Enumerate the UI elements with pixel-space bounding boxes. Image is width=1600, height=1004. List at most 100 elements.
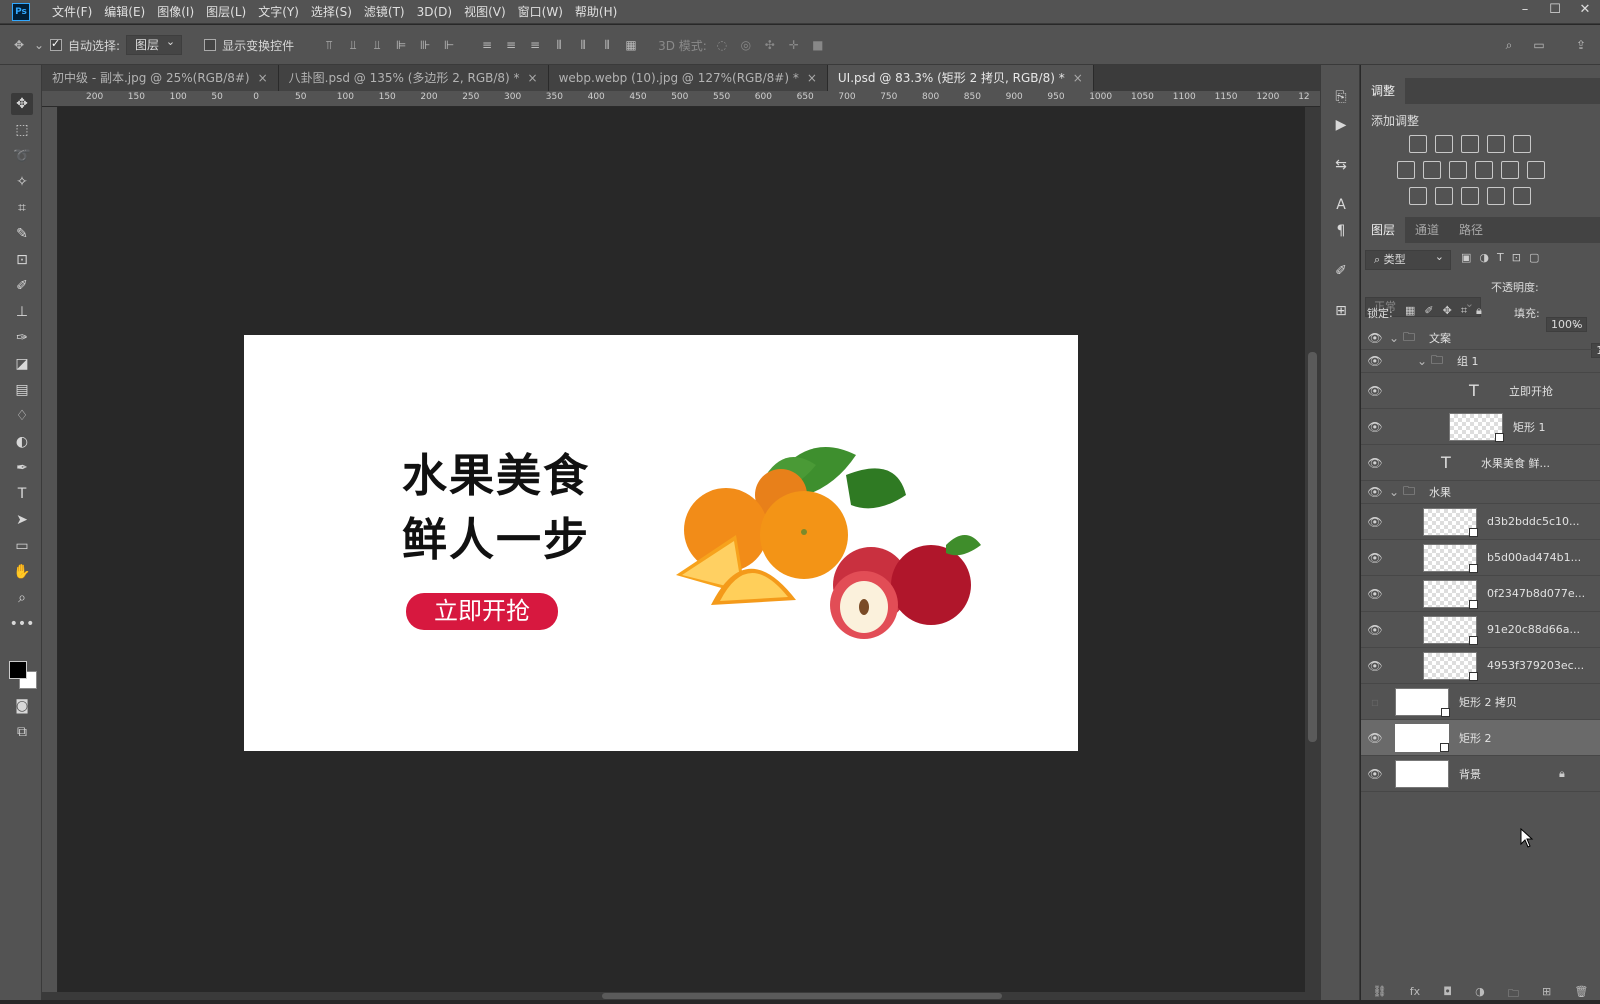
lock-all-icon[interactable]: 🔒︎: [1476, 304, 1482, 318]
menu-view[interactable]: 视图(V): [458, 0, 512, 24]
tab-adjustments[interactable]: 调整: [1361, 78, 1406, 104]
properties-icon[interactable]: ⇆: [1331, 155, 1351, 175]
chevron-down-icon[interactable]: ⌄: [1389, 331, 1403, 345]
chevron-down-icon[interactable]: ⌄: [1389, 485, 1403, 499]
posterize-icon[interactable]: [1435, 187, 1453, 205]
close-tab-icon[interactable]: ×: [528, 71, 538, 85]
lasso-tool[interactable]: ➰: [11, 145, 33, 167]
align-bottom-icon[interactable]: ⫫: [368, 36, 386, 54]
align-top-icon[interactable]: ⫪: [320, 36, 338, 54]
auto-select-checkbox[interactable]: [50, 37, 62, 51]
adjustment-layer-icon[interactable]: ◑: [1475, 985, 1485, 1000]
chevron-down-icon[interactable]: ⌄: [1417, 354, 1431, 368]
menu-help[interactable]: 帮助(H): [569, 0, 623, 24]
threshold-icon[interactable]: [1461, 187, 1479, 205]
eye-icon[interactable]: 👁︎: [1361, 420, 1389, 434]
link-layers-icon[interactable]: ⛓: [1373, 985, 1387, 1000]
eye-icon[interactable]: 👁︎: [1361, 659, 1389, 673]
share-icon[interactable]: ⇪: [1572, 36, 1590, 54]
menu-layer[interactable]: 图层(L): [200, 0, 252, 24]
layer-row[interactable]: 👁︎ ⌄ 🗀︎ 文案: [1361, 327, 1600, 350]
align-left-icon[interactable]: ⊫: [392, 36, 410, 54]
history-icon[interactable]: ⎘: [1331, 87, 1351, 107]
gradient-map-icon[interactable]: [1513, 187, 1531, 205]
eye-hidden-icon[interactable]: ▫: [1361, 695, 1389, 709]
tab-channels[interactable]: 通道: [1405, 217, 1449, 243]
gradient-tool[interactable]: ▤: [11, 379, 33, 401]
layer-row[interactable]: 👁︎ T 立即开抢: [1361, 373, 1600, 409]
vibrance-icon[interactable]: [1513, 135, 1531, 153]
close-tab-icon[interactable]: ×: [1073, 71, 1083, 85]
eyedropper-tool[interactable]: ✎: [11, 223, 33, 245]
doc-tab-active[interactable]: UI.psd @ 83.3% (矩形 2 拷贝, RGB/8) * ×: [827, 65, 1094, 91]
lock-pixels-icon[interactable]: ✐: [1424, 304, 1433, 318]
doc-tab[interactable]: webp.webp (10).jpg @ 127%(RGB/8#) * ×: [548, 65, 828, 91]
levels-icon[interactable]: [1435, 135, 1453, 153]
path-select-tool[interactable]: ➤: [11, 509, 33, 531]
search-icon[interactable]: ⌕: [1500, 36, 1518, 54]
menu-window[interactable]: 窗口(W): [512, 0, 569, 24]
color-lookup-icon[interactable]: [1527, 161, 1545, 179]
align-vcenter-icon[interactable]: ⫫: [344, 36, 362, 54]
3d-slide-icon[interactable]: ✛: [785, 36, 803, 54]
actions-play-icon[interactable]: ▶: [1331, 115, 1351, 135]
distribute-top-icon[interactable]: ≡: [478, 36, 496, 54]
selective-color-icon[interactable]: [1487, 187, 1505, 205]
channel-mixer-icon[interactable]: [1501, 161, 1519, 179]
new-layer-icon[interactable]: ⊞: [1542, 985, 1551, 1000]
doc-tab[interactable]: 初中级 - 副本.jpg @ 25%(RGB/8#) ×: [42, 65, 279, 91]
chevron-down-icon[interactable]: ⌄: [34, 36, 44, 54]
pen-tool[interactable]: ✒: [11, 457, 33, 479]
move-tool[interactable]: ✥: [11, 93, 33, 115]
distribute-left-icon[interactable]: ⦀: [550, 36, 568, 54]
3d-roll-icon[interactable]: ◎: [737, 36, 755, 54]
blur-tool[interactable]: ♢: [11, 405, 33, 427]
eye-icon[interactable]: 👁︎: [1361, 587, 1389, 601]
maximize-icon[interactable]: ☐: [1540, 0, 1570, 24]
layer-row[interactable]: 👁︎ 背景 🔒︎: [1361, 756, 1600, 792]
stamp-tool[interactable]: ⊥: [11, 301, 33, 323]
tab-layers[interactable]: 图层: [1361, 217, 1406, 243]
lock-transparent-icon[interactable]: ▦: [1405, 304, 1415, 318]
distribute-right-icon[interactable]: ⦀: [598, 36, 616, 54]
eye-icon[interactable]: 👁︎: [1361, 354, 1389, 368]
eraser-tool[interactable]: ◪: [11, 353, 33, 375]
doc-tab[interactable]: 八卦图.psd @ 135% (多边形 2, RGB/8) * ×: [278, 65, 549, 91]
eye-icon[interactable]: 👁︎: [1361, 515, 1389, 529]
layer-row[interactable]: 👁︎ ⌄ 🗀︎ 组 1: [1361, 350, 1600, 373]
delete-layer-icon[interactable]: 🗑︎: [1574, 985, 1588, 1000]
3d-pan-icon[interactable]: ✣: [761, 36, 779, 54]
dodge-tool[interactable]: ◐: [11, 431, 33, 453]
menu-select[interactable]: 选择(S): [305, 0, 358, 24]
eye-icon[interactable]: 👁︎: [1361, 485, 1389, 499]
hand-tool[interactable]: ✋: [11, 561, 33, 583]
auto-align-icon[interactable]: ▦: [622, 36, 640, 54]
filter-type-icon[interactable]: T: [1497, 251, 1504, 264]
minimize-icon[interactable]: –: [1510, 0, 1540, 24]
align-hcenter-icon[interactable]: ⊪: [416, 36, 434, 54]
layer-row[interactable]: 👁︎ T 水果美食 鲜...: [1361, 445, 1600, 481]
eye-icon[interactable]: 👁︎: [1361, 384, 1389, 398]
filter-smart-icon[interactable]: ▢: [1529, 251, 1539, 264]
black-white-icon[interactable]: [1449, 161, 1467, 179]
type-tool[interactable]: T: [11, 483, 33, 505]
curves-icon[interactable]: [1461, 135, 1479, 153]
move-tool-icon[interactable]: ✥: [10, 36, 28, 54]
screen-mode-tool[interactable]: ⧉: [11, 721, 33, 743]
horizontal-scrollbar[interactable]: [42, 992, 1320, 1000]
3d-orbit-icon[interactable]: ◌: [713, 36, 731, 54]
rectangle-tool[interactable]: ▭: [11, 535, 33, 557]
vertical-scrollbar[interactable]: [1305, 107, 1320, 992]
menu-filter[interactable]: 滤镜(T): [358, 0, 411, 24]
more-tools[interactable]: •••: [10, 613, 35, 635]
crop-tool[interactable]: ⌗: [11, 197, 33, 219]
foreground-color-swatch[interactable]: [9, 661, 27, 679]
close-tab-icon[interactable]: ×: [807, 71, 817, 85]
history-brush-tool[interactable]: ✑: [11, 327, 33, 349]
layer-row[interactable]: 👁︎ 矩形 1: [1361, 409, 1600, 445]
eye-icon[interactable]: 👁︎: [1361, 731, 1389, 745]
filter-shape-icon[interactable]: ⊡: [1512, 251, 1521, 264]
tab-paths[interactable]: 路径: [1449, 217, 1493, 243]
layer-row-selected[interactable]: 👁︎ 矩形 2: [1361, 720, 1600, 756]
layer-row[interactable]: 👁︎ d3b2bddc5c10...: [1361, 504, 1600, 540]
